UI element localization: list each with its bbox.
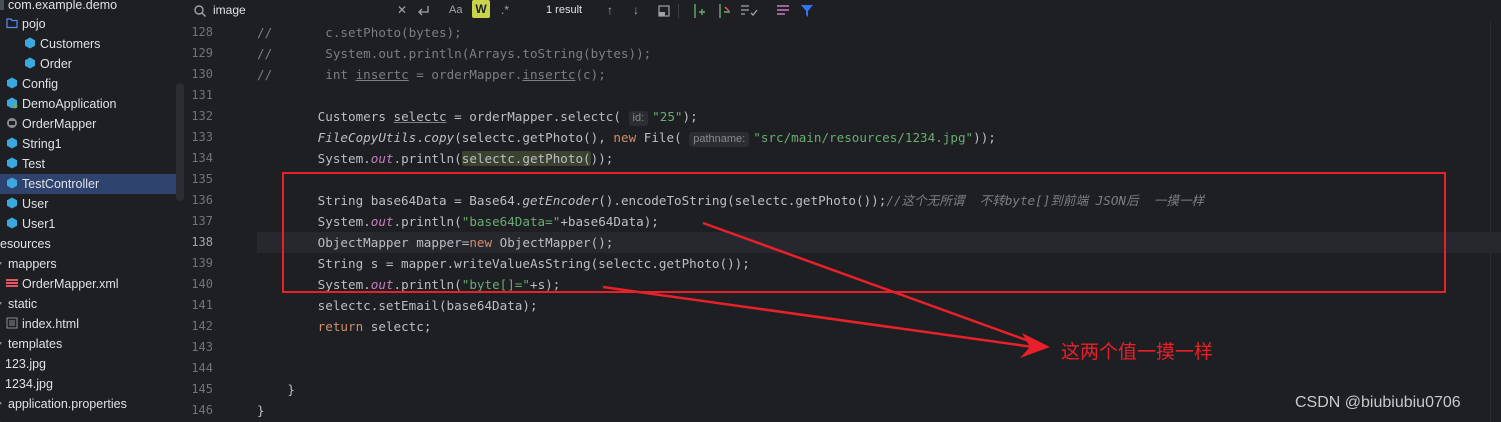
tree-item-user1[interactable]: User1 [6, 214, 55, 234]
next-occurrence-icon[interactable]: ↓ [633, 0, 639, 22]
newline-icon[interactable] [416, 4, 430, 18]
html-file-icon [6, 317, 18, 329]
line-number: 135 [191, 172, 213, 186]
tree-item-testcontroller[interactable]: TestController [0, 174, 176, 194]
tree-item-resources[interactable]: esources [0, 234, 51, 254]
tree-item-user[interactable]: User [6, 194, 48, 214]
select-all-occurrences-icon[interactable] [658, 5, 670, 17]
code-line: Customers selectc = orderMapper.selectc(… [257, 109, 698, 126]
tree-item-application-properties[interactable]: application.properties [0, 394, 127, 414]
line-number: 132 [191, 109, 213, 123]
tree-item-static[interactable]: static [0, 294, 37, 314]
previous-occurrence-icon[interactable]: ↑ [607, 0, 613, 22]
tree-item-templates[interactable]: templates [0, 334, 62, 354]
filter-lines-icon[interactable] [776, 3, 792, 19]
select-all-icon[interactable] [740, 3, 758, 19]
line-number: 140 [191, 277, 213, 291]
tree-item-ordermapper-xml[interactable]: OrderMapper.xml [6, 274, 119, 294]
remove-selection-icon[interactable] [715, 3, 731, 19]
tree-item-pojo[interactable]: pojo [6, 14, 46, 34]
class-icon [7, 137, 17, 149]
line-number: 129 [191, 46, 213, 60]
code-line: System.out.println(selectc.getPhoto()); [257, 151, 614, 166]
add-selection-icon[interactable] [690, 3, 706, 19]
words-toggle[interactable]: W [472, 0, 490, 18]
tree-item-package[interactable]: com.example.demo [0, 0, 117, 15]
line-number: 131 [191, 88, 213, 102]
class-icon [7, 197, 17, 209]
tree-item-customers[interactable]: Customers [24, 34, 100, 54]
class-icon [7, 217, 17, 229]
tree-item-demoapplication[interactable]: DemoApplication [6, 94, 117, 114]
mapper-icon [7, 118, 17, 128]
tree-item-mappers[interactable]: mappers [0, 254, 57, 274]
regex-toggle[interactable]: .* [501, 0, 509, 22]
find-bar: image ✕ Aa W .* 1 result ↑ ↓ [187, 0, 1501, 23]
line-number: 133 [191, 130, 213, 144]
result-count: 1 result [546, 4, 583, 16]
folder-icon [0, 342, 2, 345]
tree-item-ordermapper[interactable]: OrderMapper [6, 114, 96, 134]
code-line: FileCopyUtils.copy(selectc.getPhoto(), n… [317, 130, 996, 147]
line-number: 144 [191, 361, 213, 375]
tree-item-string1[interactable]: String1 [6, 134, 62, 154]
filter-icon[interactable] [800, 3, 814, 19]
class-icon [7, 157, 17, 169]
search-icon [194, 5, 206, 17]
spring-class-icon [7, 97, 18, 109]
line-number-current: 138 [191, 235, 213, 249]
line-number: 145 [191, 382, 213, 396]
code-line: return selectc; [317, 319, 432, 334]
tree-item-123-jpg[interactable]: 123.jpg [5, 354, 46, 374]
xml-file-icon [6, 279, 18, 287]
tree-item-test[interactable]: Test [6, 154, 45, 174]
class-icon [25, 37, 35, 49]
find-input[interactable]: image [213, 0, 246, 22]
class-icon [7, 177, 17, 189]
tree-item-1234-jpg[interactable]: 1234.jpg [5, 374, 53, 394]
annotation-text: 这两个值一摸一样 [1061, 341, 1214, 363]
folder-icon [0, 302, 2, 305]
line-number: 141 [191, 298, 213, 312]
line-number-gutter: 128 129 130 131 132 133 134 135 136 137 … [187, 22, 272, 422]
class-icon [25, 57, 35, 69]
package-icon [0, 0, 4, 10]
tree-scrollbar[interactable] [176, 83, 184, 201]
project-tree: com.example.demo pojo Customers Order Co… [0, 0, 188, 422]
line-number: 130 [191, 67, 213, 81]
tree-item-config[interactable]: Config [6, 74, 58, 94]
folder-icon [0, 262, 2, 265]
folder-icon [6, 18, 18, 29]
line-number: 137 [191, 214, 213, 228]
line-number: 142 [191, 319, 213, 333]
annotation-highlight-box [282, 172, 1446, 293]
divider [678, 4, 679, 18]
code-line: // c.setPhoto(bytes); [257, 25, 462, 40]
tree-item-index-html[interactable]: index.html [6, 314, 79, 334]
csdn-watermark: CSDN @biubiubiu0706 [1295, 394, 1461, 411]
properties-file-icon [0, 402, 2, 405]
line-number: 128 [191, 25, 213, 39]
tree-item-cutoff: ▸ ······ [0, 414, 35, 422]
class-icon [7, 77, 17, 89]
match-case-toggle[interactable]: Aa [449, 0, 462, 22]
param-hint-pathname: pathname: [689, 132, 750, 147]
line-number: 143 [191, 340, 213, 354]
param-hint-id: id: [628, 111, 649, 126]
clear-icon[interactable]: ✕ [397, 0, 407, 22]
line-number: 146 [191, 403, 213, 417]
line-number: 134 [191, 151, 213, 165]
code-line: // int insertc = orderMapper.insertc(c); [257, 67, 606, 82]
line-number: 136 [191, 193, 213, 207]
code-line: selectc.setEmail(base64Data); [257, 298, 538, 313]
line-number: 139 [191, 256, 213, 270]
code-line: // System.out.println(Arrays.toString(by… [257, 46, 652, 61]
tree-item-order[interactable]: Order [24, 54, 72, 74]
